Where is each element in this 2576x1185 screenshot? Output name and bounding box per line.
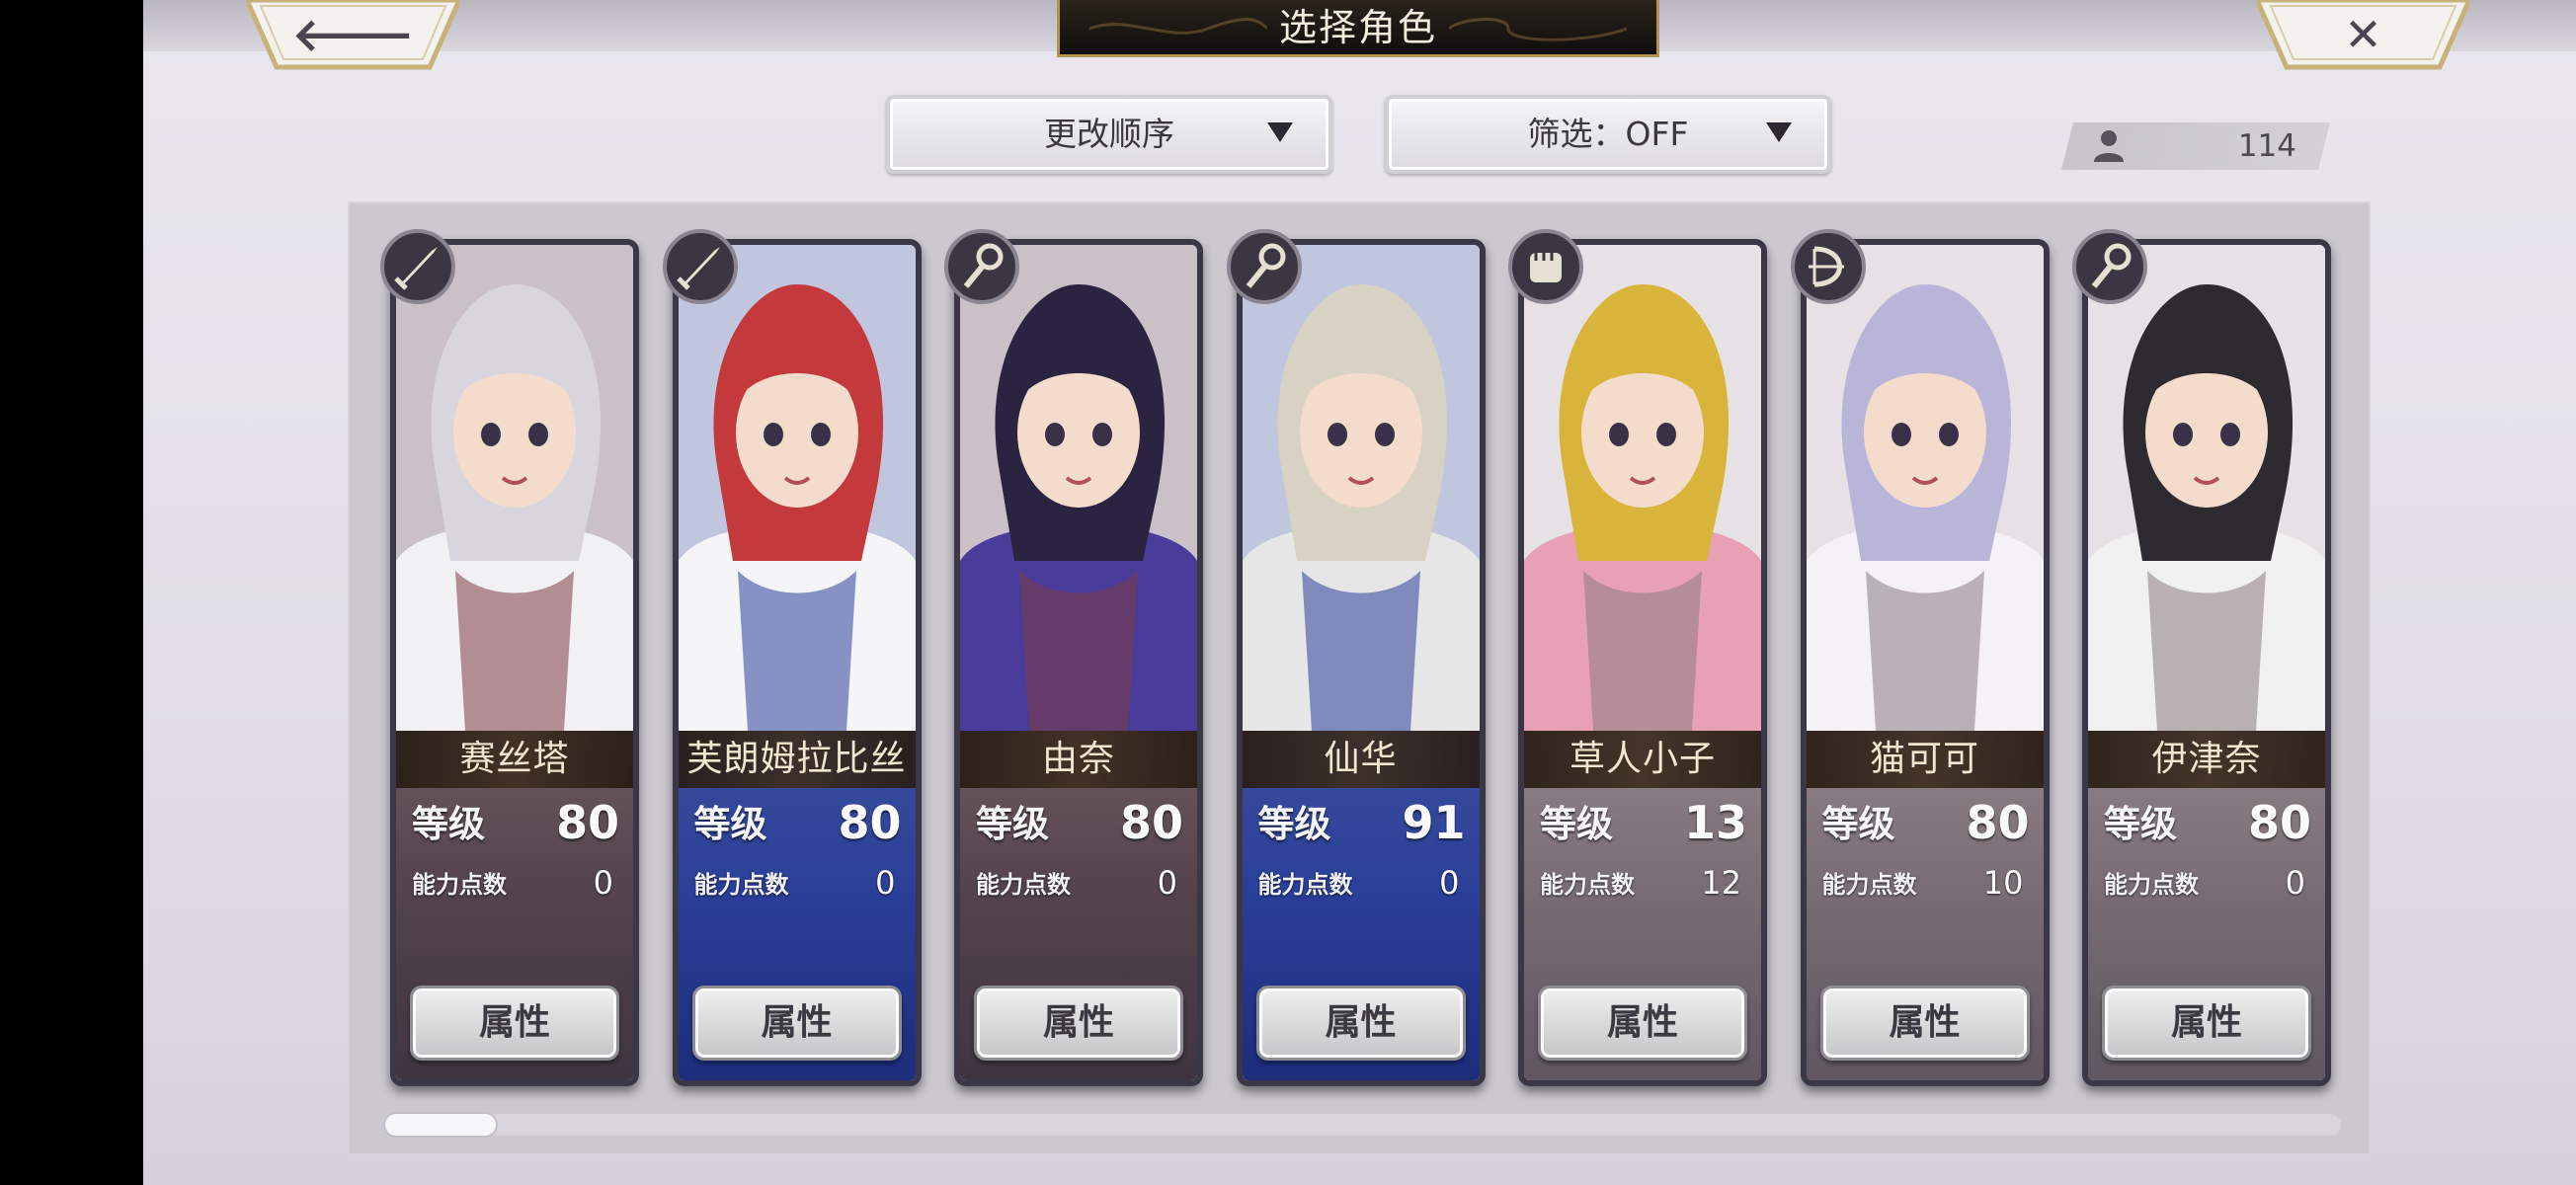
attributes-button[interactable]: 属性 [1255, 986, 1466, 1061]
character-portrait [396, 245, 633, 731]
ability-points-value: 0 [1439, 864, 1460, 902]
fist-icon [1506, 227, 1585, 306]
sort-order-label: 更改顺序 [1044, 115, 1174, 153]
level-label: 等级 [693, 803, 767, 845]
attributes-button-label: 属性 [1606, 1002, 1678, 1043]
level-value: 13 [1683, 796, 1747, 849]
character-card[interactable]: 伊津奈等级 80 能力点数 0 属性 [2082, 239, 2331, 1086]
character-card[interactable]: 由奈等级 80 能力点数 0 属性 [954, 239, 1203, 1086]
attributes-button-label: 属性 [1889, 1002, 1961, 1043]
level-label: 等级 [976, 803, 1049, 845]
character-portrait [1524, 245, 1761, 731]
close-icon: ✕ [2344, 8, 2382, 61]
ability-points-label: 能力点数 [1821, 871, 1917, 899]
horizontal-scrollbar[interactable] [385, 1114, 2341, 1136]
character-portrait [960, 245, 1197, 731]
attributes-button-label: 属性 [1042, 1002, 1114, 1043]
level-label: 等级 [1540, 803, 1613, 845]
character-name: 伊津奈 [2151, 739, 2262, 779]
ability-points-value: 0 [593, 864, 613, 902]
ability-points-label: 能力点数 [2104, 871, 2199, 899]
character-name: 猫可可 [1869, 739, 1979, 779]
character-name: 草人小子 [1569, 739, 1716, 779]
level-value: 80 [1966, 796, 2030, 849]
ability-points-value: 12 [1701, 864, 1741, 902]
staff-icon [942, 227, 1021, 306]
dropdown-arrow-icon [1267, 122, 1293, 142]
character-card[interactable]: 猫可可等级 80 能力点数 10 属性 [1800, 239, 2050, 1086]
level-value: 91 [1402, 796, 1466, 849]
title-plate: 选择角色 [1057, 0, 1659, 57]
filter-dropdown[interactable]: 筛选：OFF [1385, 95, 1831, 174]
arrow-left-icon: 🡐 [291, 8, 415, 61]
ability-points-label: 能力点数 [693, 871, 789, 899]
close-button[interactable]: ✕ [2257, 0, 2469, 71]
ability-points-value: 10 [1982, 864, 2024, 902]
sort-order-dropdown[interactable]: 更改顺序 [886, 95, 1332, 174]
scrollbar-thumb[interactable] [385, 1114, 496, 1136]
sword-icon [378, 227, 457, 306]
game-screen: 🡐 选择角色 ✕ 更改顺序 筛选：OFF 114 赛丝塔 等级 80 能力点数 0 属性芙… [143, 0, 2576, 1185]
level-value: 80 [838, 796, 902, 849]
character-count: 114 [2237, 128, 2296, 164]
character-card[interactable]: 芙朗姆拉比丝等级 80 能力点数 0 属性 [672, 239, 922, 1086]
dropdown-arrow-icon [1766, 122, 1792, 142]
person-icon [2094, 130, 2124, 162]
character-name: 由奈 [1041, 739, 1115, 779]
attributes-button[interactable]: 属性 [2102, 986, 2311, 1061]
staff-icon [1225, 227, 1304, 306]
ability-points-label: 能力点数 [412, 871, 507, 899]
attributes-button[interactable]: 属性 [974, 986, 1183, 1061]
level-label: 等级 [1821, 803, 1895, 845]
character-portrait [678, 245, 916, 731]
character-card[interactable]: 草人小子等级 13 能力点数 12 属性 [1518, 239, 1767, 1086]
level-label: 等级 [412, 803, 485, 845]
character-portrait [1242, 245, 1480, 731]
ability-points-label: 能力点数 [1257, 871, 1353, 899]
attributes-button[interactable]: 属性 [691, 986, 902, 1061]
character-name: 赛丝塔 [459, 739, 570, 779]
staff-icon [2070, 227, 2149, 306]
back-button[interactable]: 🡐 [247, 0, 459, 71]
bow-icon [1789, 227, 1868, 306]
character-name: 仙华 [1324, 739, 1398, 779]
character-card[interactable]: 仙华等级 91 能力点数 0 属性 [1236, 239, 1486, 1086]
character-portrait [2088, 245, 2325, 731]
level-label: 等级 [2104, 803, 2177, 845]
ability-points-value: 0 [875, 864, 896, 902]
attributes-button-label: 属性 [1325, 1002, 1397, 1043]
attributes-button[interactable]: 属性 [1819, 986, 2030, 1061]
level-label: 等级 [1257, 803, 1331, 845]
ability-points-value: 0 [2285, 864, 2305, 902]
level-value: 80 [555, 796, 619, 849]
attributes-button[interactable]: 属性 [1538, 986, 1747, 1061]
level-value: 80 [2247, 796, 2311, 849]
ability-points-label: 能力点数 [976, 871, 1071, 899]
sword-icon [661, 227, 740, 306]
attributes-button-label: 属性 [2170, 1002, 2242, 1043]
character-card[interactable]: 赛丝塔等级 80 能力点数 0 属性 [390, 239, 639, 1086]
attributes-button[interactable]: 属性 [410, 986, 619, 1061]
character-portrait [1806, 245, 2044, 731]
level-value: 80 [1119, 796, 1183, 849]
page-title: 选择角色 [1278, 6, 1437, 49]
attributes-button-label: 属性 [478, 1002, 550, 1043]
ability-points-value: 0 [1157, 864, 1177, 902]
character-name: 芙朗姆拉比丝 [686, 739, 907, 779]
ability-points-label: 能力点数 [1540, 871, 1635, 899]
filter-label: 筛选：OFF [1527, 115, 1689, 153]
attributes-button-label: 属性 [761, 1002, 833, 1043]
